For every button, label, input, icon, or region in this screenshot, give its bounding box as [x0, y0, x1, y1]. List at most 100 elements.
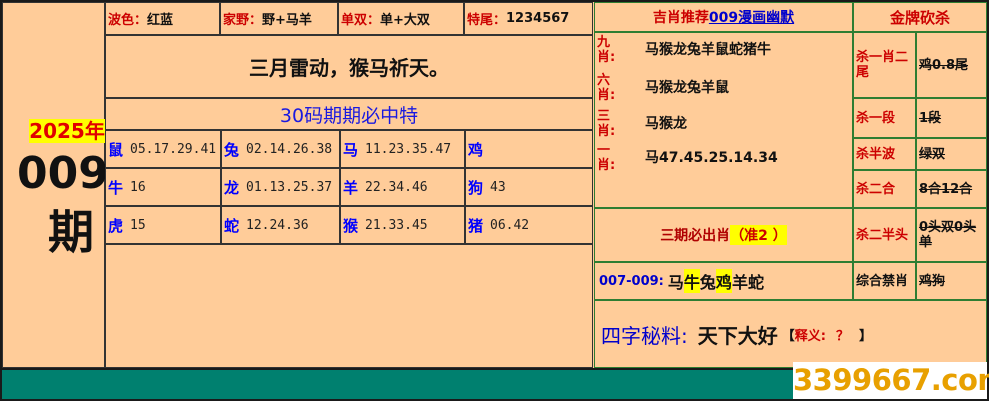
kill-label-text: 杀二半头 — [856, 227, 909, 243]
zodiac-numbers: 21.33.45 — [365, 217, 428, 233]
zodiac-cell: 羊 22.34.46 — [340, 168, 465, 206]
zodiac-label: 马 — [343, 140, 359, 159]
zodiac-label: 羊 — [343, 178, 359, 197]
zodiac-numbers: 01.13.25.37 — [246, 179, 333, 195]
range-z4: 鸡 — [715, 269, 732, 293]
kill-value-text: 8合12合 — [919, 181, 973, 197]
year-label: 2025年 — [29, 119, 105, 143]
rec-row-label: 六肖: — [597, 73, 616, 103]
zodiac-label: 兔 — [224, 140, 240, 159]
bose-value: 红蓝 — [147, 13, 174, 28]
rec-prefix: 吉肖推荐 — [652, 10, 709, 26]
kill-row-value: 绿双 — [916, 138, 987, 170]
kill-value-text: 0头双0头单 — [919, 220, 977, 250]
kill-label-text: 综合禁肖 — [856, 273, 909, 289]
zodiac-cell: 鼠 05.17.29.41 — [105, 130, 221, 168]
zodiac-cell: 兔 02.14.26.38 — [221, 130, 340, 168]
zodiac-numbers: 11.23.35.47 — [365, 141, 452, 157]
zodiac-label: 龙 — [224, 178, 240, 197]
kill-row-label: 杀一段 — [853, 98, 916, 138]
danshuang-value: 单+大双 — [380, 13, 430, 28]
watermark: 3399667.com — [793, 362, 989, 399]
kill-row-label: 杀二合 — [853, 170, 916, 208]
zodiac-label: 猪 — [468, 216, 484, 235]
issue-panel: 2025年 009 期 — [2, 2, 109, 368]
kill-row-label: 综合禁肖 — [853, 262, 916, 300]
kill-label-text: 杀半波 — [856, 146, 896, 162]
zodiac-cell: 牛 16 — [105, 168, 221, 206]
range-box: 007-009: 马牛兔鸡羊蛇 — [594, 262, 853, 300]
rec-body: 九肖: 马猴龙兔羊鼠蛇猪牛 六肖: 马猴龙兔羊鼠 三肖: 马猴龙 一肖: 马47.45.25.… — [594, 32, 853, 208]
zodiac-label: 狗 — [468, 178, 484, 197]
codes-title: 30码期期必中特 — [105, 98, 593, 130]
range-label: 007-009: — [599, 273, 664, 289]
zodiac-numbers: 12.24.36 — [246, 217, 309, 233]
bose-label: 波色： — [108, 13, 148, 28]
zodiac-numbers: 05.17.29.41 — [130, 141, 217, 157]
kill-value-text: 绿双 — [919, 146, 946, 162]
sizi-note-value: ？ — [835, 328, 849, 344]
rec-row-label: 三肖: — [597, 109, 616, 139]
zodiac-label: 鼠 — [108, 140, 124, 159]
jiaye-label: 家野： — [223, 13, 263, 28]
zodiac-cell: 鸡 — [465, 130, 593, 168]
sizi-bracket-right: 】 — [858, 328, 872, 344]
rec-row-value: 马猴龙 — [645, 116, 687, 132]
sizi-bracket-left: 【 — [781, 328, 795, 344]
zodiac-label: 蛇 — [224, 216, 240, 235]
rec-link[interactable]: 009漫画幽默 — [709, 7, 794, 27]
info-jiaye: 家野： 野+马羊 — [220, 2, 338, 35]
sanqi-box: 三期必出肖 （准2 ） — [594, 208, 853, 262]
zodiac-label: 鸡 — [468, 140, 484, 159]
info-danshuang: 单双： 单+大双 — [338, 2, 464, 35]
zodiac-cell: 猴 21.33.45 — [340, 206, 465, 244]
range-z5: 羊蛇 — [731, 273, 764, 292]
kill-row-label: 杀二半头 — [853, 208, 916, 262]
kill-row-value: 8合12合 — [916, 170, 987, 208]
range-z3: 兔 — [699, 273, 716, 292]
zodiac-numbers: 15 — [130, 217, 146, 233]
range-z1: 马 — [667, 273, 684, 292]
sanqi-note: （准2 ） — [730, 225, 787, 245]
kill-row-value: 鸡0.8尾 — [916, 32, 987, 98]
sizi-box: 四字秘料: 天下大好 【释义: ？ 】 — [594, 300, 987, 368]
kill-row-value: 0头双0头单 — [916, 208, 987, 262]
blank-area — [105, 244, 593, 368]
zodiac-cell: 狗 43 — [465, 168, 593, 206]
kill-value-text: 1段 — [919, 110, 942, 126]
zodiac-cell: 马 11.23.35.47 — [340, 130, 465, 168]
kill-label-text: 杀一肖二尾 — [856, 50, 909, 80]
zodiac-numbers: 16 — [130, 179, 146, 195]
danshuang-label: 单双： — [341, 13, 381, 28]
kill-row-label: 杀一肖二尾 — [853, 32, 916, 98]
tewei-label: 特尾： — [467, 13, 507, 28]
info-bose: 波色： 红蓝 — [105, 2, 220, 35]
sizi-value: 天下大好 — [697, 323, 778, 348]
kill-row-value: 1段 — [916, 98, 987, 138]
tewei-value: 1234567 — [506, 11, 570, 26]
rec-row-label: 一肖: — [597, 143, 616, 173]
range-z2: 牛 — [683, 269, 700, 293]
zodiac-cell: 虎 15 — [105, 206, 221, 244]
zodiac-cell: 猪 06.42 — [465, 206, 593, 244]
zodiac-label: 猴 — [343, 216, 359, 235]
kill-value-text: 鸡0.8尾 — [919, 57, 969, 73]
kill-label-text: 杀二合 — [856, 181, 896, 197]
issue-number: 009 — [17, 148, 109, 199]
jiaye-value: 野+马羊 — [262, 13, 312, 28]
kill-header: 金牌砍杀 — [853, 2, 987, 32]
rec-row-value: 马47.45.25.14.34 — [645, 150, 778, 166]
rec-row-value: 马猴龙兔羊鼠 — [645, 80, 729, 96]
info-tewei: 特尾： 1234567 — [464, 2, 593, 35]
zodiac-numbers: 06.42 — [490, 217, 530, 233]
kill-label-text: 杀一段 — [856, 110, 896, 126]
issue-qi: 期 — [48, 205, 94, 259]
kill-row-value: 鸡狗 — [916, 262, 987, 300]
zodiac-numbers: 22.34.46 — [365, 179, 428, 195]
rec-row-label: 九肖: — [597, 35, 616, 65]
rec-header: 吉肖推荐 009漫画幽默 — [594, 2, 853, 32]
sizi-note-label: 释义: — [794, 328, 826, 344]
sizi-label: 四字秘料: — [601, 323, 688, 348]
zodiac-cell: 蛇 12.24.36 — [221, 206, 340, 244]
zodiac-label: 虎 — [108, 216, 124, 235]
